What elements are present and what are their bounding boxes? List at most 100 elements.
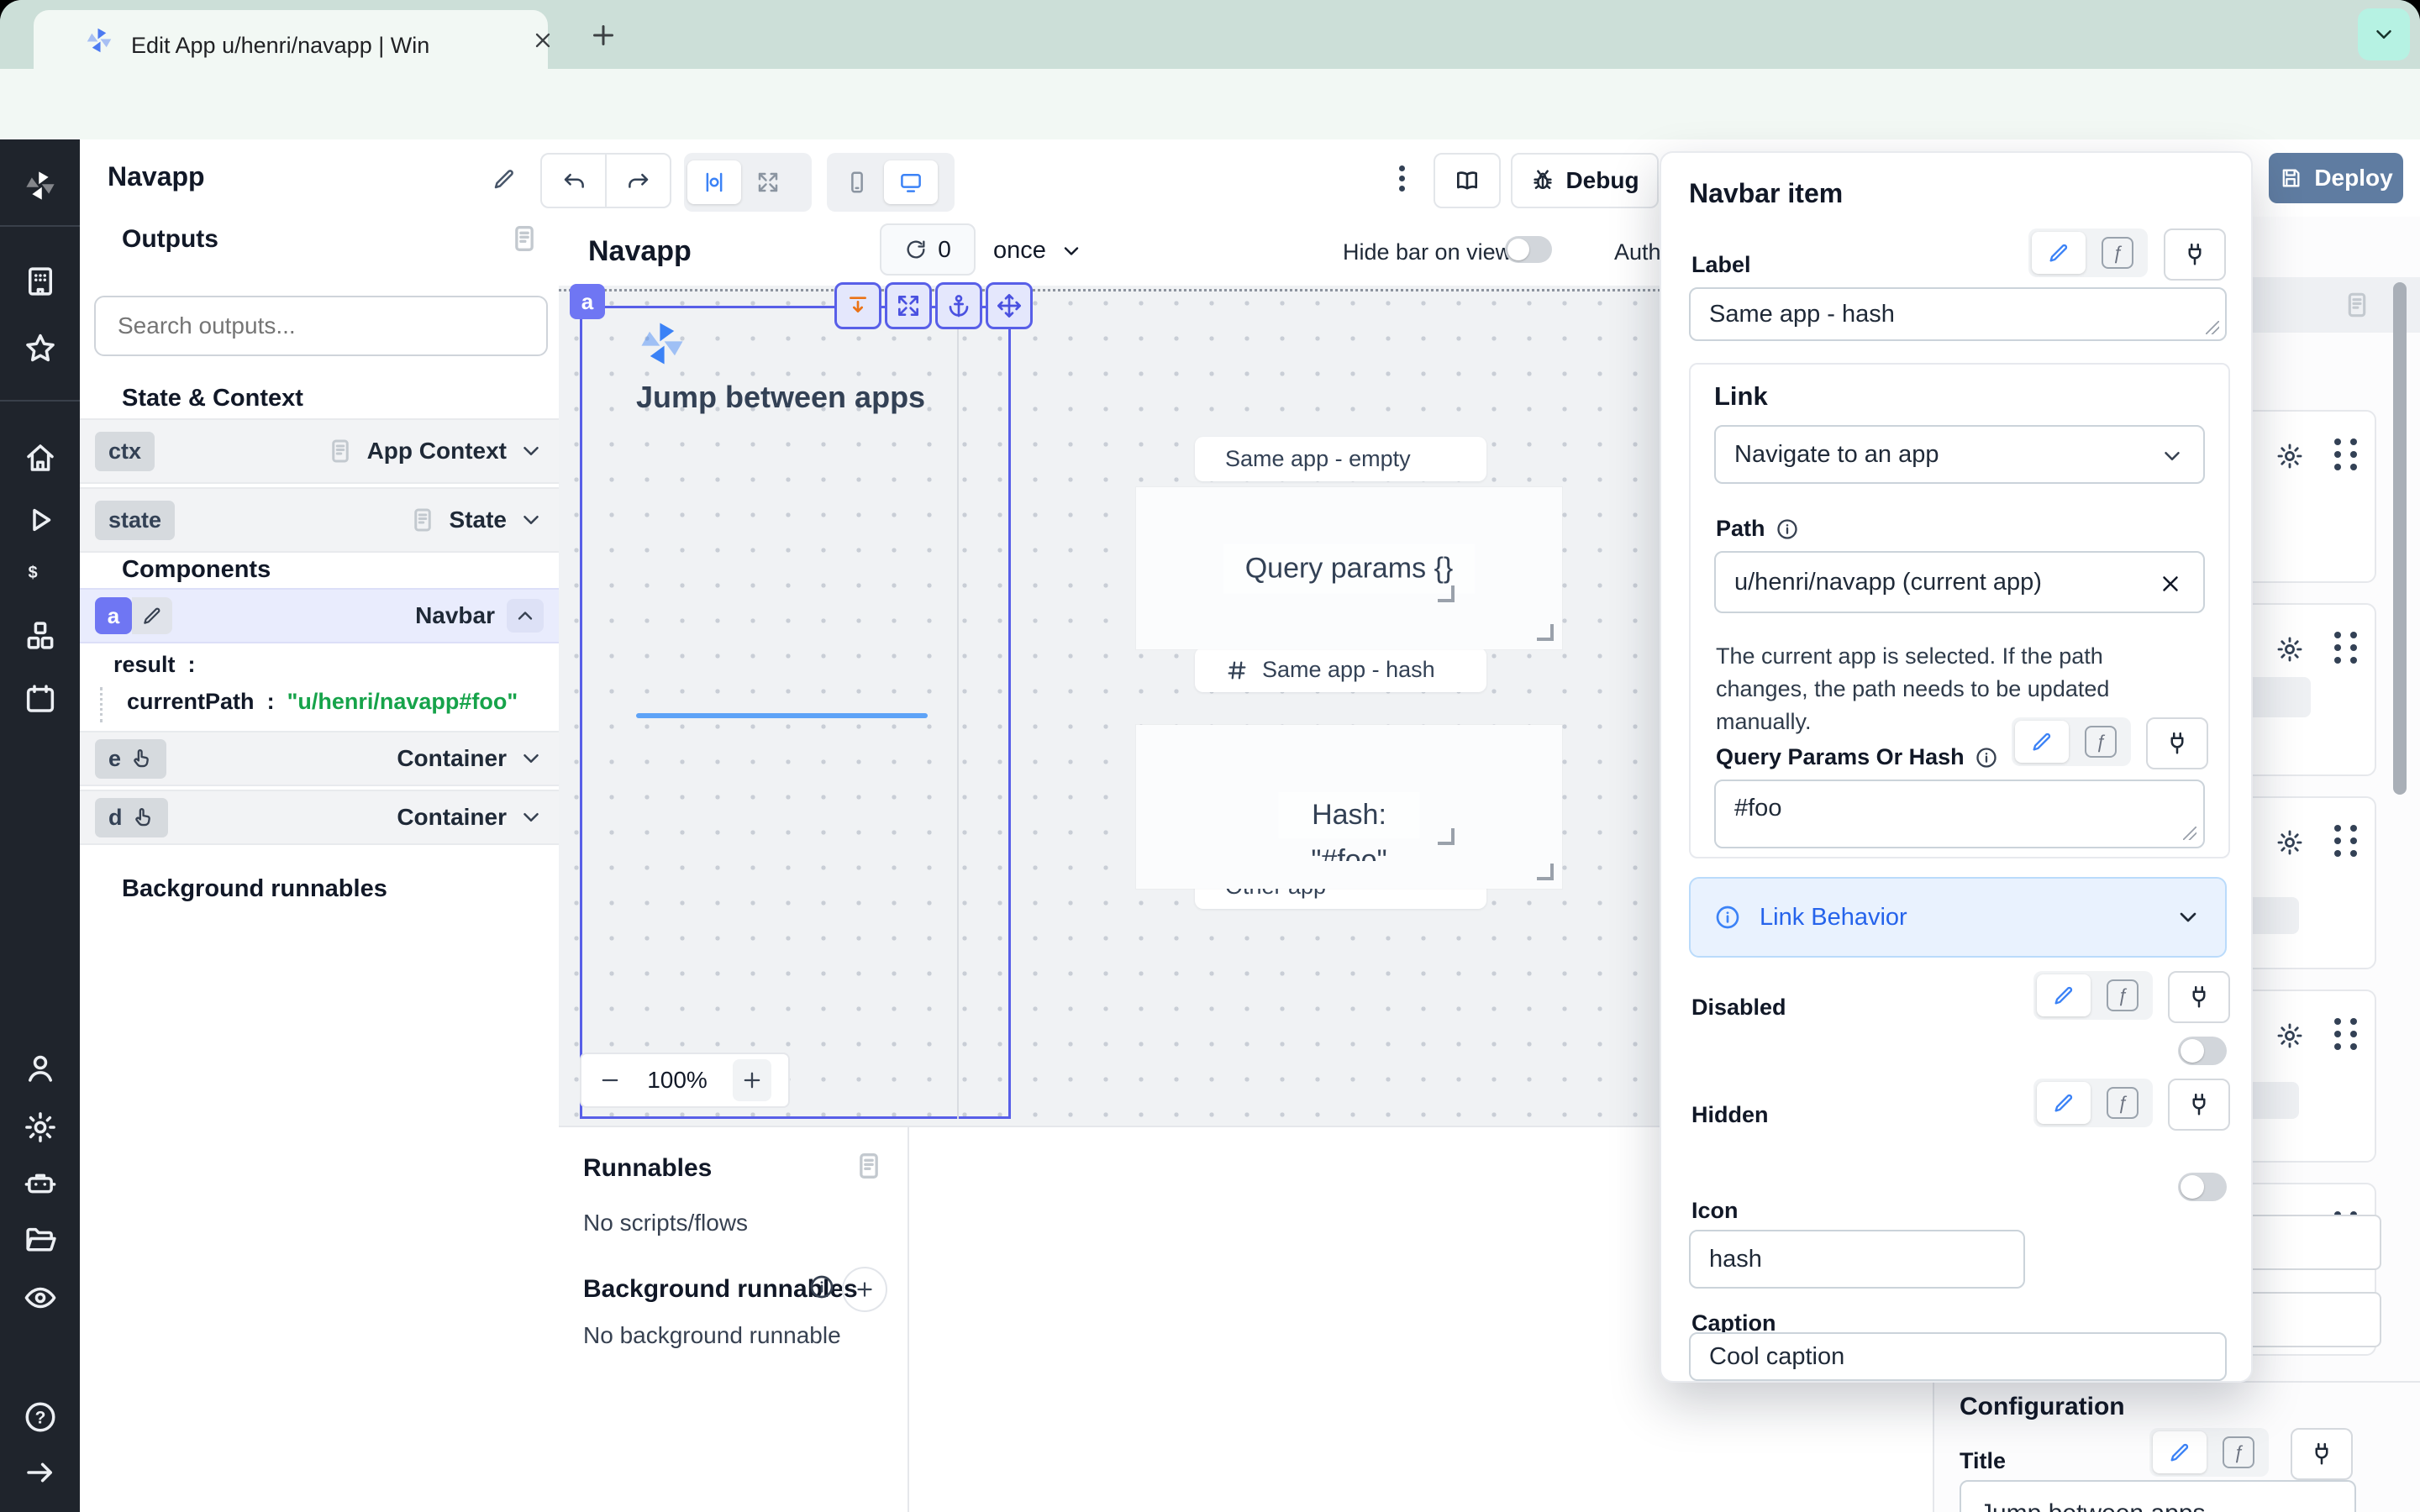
fx-button[interactable]: ƒ bbox=[2096, 1087, 2149, 1119]
caption-input[interactable] bbox=[1689, 1332, 2227, 1381]
chevron-down-icon[interactable] bbox=[518, 507, 544, 533]
expand-down-chip[interactable] bbox=[834, 282, 881, 329]
schedules-calendar-icon[interactable] bbox=[23, 681, 58, 717]
static-pencil-button[interactable] bbox=[2037, 974, 2091, 1016]
deploy-button[interactable]: Deploy bbox=[2269, 153, 2403, 203]
chevron-down-icon[interactable] bbox=[518, 746, 544, 771]
gear-icon[interactable] bbox=[2275, 1021, 2304, 1050]
hide-bar-toggle[interactable] bbox=[1505, 236, 1552, 263]
drag-handle-icon[interactable] bbox=[2334, 438, 2359, 470]
home-icon[interactable] bbox=[23, 440, 58, 475]
textarea-resize-handle[interactable] bbox=[2183, 827, 2196, 840]
title-input[interactable] bbox=[1960, 1480, 2356, 1512]
fx-button[interactable]: ƒ bbox=[2212, 1436, 2265, 1468]
component-row-navbar[interactable]: a Navbar bbox=[80, 588, 559, 643]
drag-handle-icon[interactable] bbox=[2334, 1018, 2359, 1050]
users-person-icon[interactable] bbox=[23, 1051, 58, 1086]
desktop-view-button[interactable] bbox=[884, 160, 938, 204]
clear-x-icon[interactable] bbox=[2158, 571, 2183, 596]
drag-handle-icon[interactable] bbox=[2334, 825, 2359, 857]
state-row[interactable]: state State bbox=[80, 487, 559, 553]
connect-plug-button[interactable] bbox=[2168, 1079, 2230, 1131]
static-pencil-button[interactable] bbox=[2153, 1431, 2207, 1473]
gear-icon[interactable] bbox=[2275, 828, 2304, 857]
panel-toggle-doc-icon[interactable] bbox=[852, 1149, 886, 1183]
workers-robot-icon[interactable] bbox=[23, 1166, 58, 1201]
static-pencil-button[interactable] bbox=[2037, 1082, 2091, 1124]
toolbar-menu-icon[interactable] bbox=[1397, 161, 1407, 196]
nav-item-empty[interactable]: Same app - empty bbox=[1195, 437, 1486, 481]
selected-component-outline[interactable] bbox=[580, 306, 1011, 1119]
edit-id-pencil-icon[interactable] bbox=[132, 597, 172, 634]
mobile-view-button[interactable] bbox=[830, 170, 884, 195]
browser-active-tab[interactable]: Edit App u/henri/navapp | Win bbox=[34, 10, 548, 69]
refresh-counter-button[interactable]: 0 bbox=[880, 223, 976, 276]
connect-plug-button[interactable] bbox=[2146, 717, 2208, 769]
component-tag[interactable]: a bbox=[570, 284, 605, 319]
resources-cubes-icon[interactable] bbox=[23, 618, 58, 654]
tab-search-button[interactable] bbox=[2358, 8, 2410, 60]
scrollbar[interactable] bbox=[2393, 282, 2407, 795]
zoom-out-icon[interactable] bbox=[598, 1068, 622, 1092]
favorites-star-icon[interactable] bbox=[23, 331, 58, 366]
resize-corner[interactable] bbox=[1438, 585, 1455, 602]
ctx-row[interactable]: ctx App Context bbox=[80, 418, 559, 484]
audit-eye-icon[interactable] bbox=[23, 1280, 58, 1315]
center-layout-button[interactable] bbox=[687, 160, 741, 204]
windmill-logo-icon[interactable] bbox=[23, 168, 58, 203]
add-background-runnable-button[interactable] bbox=[842, 1267, 887, 1312]
link-kind-select[interactable]: Navigate to an app bbox=[1714, 425, 2205, 484]
collapse-chevron[interactable] bbox=[507, 599, 544, 633]
variables-dollar-icon[interactable]: $ bbox=[23, 563, 58, 598]
connect-plug-button[interactable] bbox=[2168, 971, 2230, 1023]
panel-toggle-doc-icon[interactable] bbox=[508, 222, 541, 255]
resize-corner[interactable] bbox=[1537, 624, 1554, 641]
rename-pencil-icon[interactable] bbox=[492, 166, 517, 192]
settings-gear-icon[interactable] bbox=[23, 1110, 58, 1145]
runs-play-icon[interactable] bbox=[23, 502, 58, 538]
folders-icon[interactable] bbox=[23, 1221, 58, 1257]
new-tab-icon[interactable] bbox=[588, 20, 618, 50]
icon-input[interactable] bbox=[1689, 1230, 2025, 1289]
fx-button[interactable]: ƒ bbox=[2091, 237, 2144, 269]
nav-item-hash[interactable]: Same app - hash bbox=[1195, 648, 1486, 692]
chevron-down-icon[interactable] bbox=[518, 805, 544, 830]
disabled-toggle[interactable] bbox=[2178, 1037, 2227, 1065]
search-outputs-input[interactable] bbox=[94, 296, 548, 356]
tab-close-icon[interactable] bbox=[531, 29, 555, 52]
resize-corner[interactable] bbox=[1438, 828, 1455, 845]
redo-button[interactable] bbox=[607, 168, 670, 193]
full-layout-button[interactable] bbox=[741, 170, 795, 195]
component-row-container-e[interactable]: e Container bbox=[80, 731, 559, 786]
chevron-down-icon[interactable] bbox=[518, 438, 544, 464]
collapse-arrow-icon[interactable] bbox=[23, 1455, 58, 1490]
static-pencil-button[interactable] bbox=[2032, 232, 2086, 274]
drag-handle-icon[interactable] bbox=[2334, 632, 2359, 664]
refresh-mode-select[interactable]: once bbox=[993, 237, 1083, 265]
query-params-box[interactable]: Query params {} bbox=[1136, 487, 1562, 649]
hidden-toggle[interactable] bbox=[2178, 1173, 2227, 1201]
connect-plug-button[interactable] bbox=[2291, 1428, 2353, 1480]
query-params-input[interactable]: #foo bbox=[1714, 780, 2205, 848]
docs-book-button[interactable] bbox=[1434, 153, 1501, 208]
undo-button[interactable] bbox=[542, 155, 607, 207]
hash-box[interactable]: Hash: "#foo" bbox=[1136, 725, 1562, 889]
label-input[interactable] bbox=[1689, 287, 2227, 341]
zoom-in-button[interactable] bbox=[733, 1059, 771, 1101]
textarea-resize-handle[interactable] bbox=[2206, 321, 2219, 334]
path-input[interactable]: u/henri/navapp (current app) bbox=[1714, 551, 2205, 613]
gear-icon[interactable] bbox=[2275, 442, 2304, 470]
fullscreen-chip[interactable] bbox=[885, 282, 932, 329]
resize-corner[interactable] bbox=[1537, 864, 1554, 880]
fx-button[interactable]: ƒ bbox=[2096, 979, 2149, 1011]
debug-button[interactable]: Debug bbox=[1511, 153, 1659, 208]
link-behavior-collapsible[interactable]: Link Behavior bbox=[1689, 877, 2227, 958]
panel-toggle-doc-icon[interactable] bbox=[2341, 289, 2373, 321]
component-row-container-d[interactable]: d Container bbox=[80, 790, 559, 845]
move-chip[interactable] bbox=[986, 282, 1033, 329]
connect-plug-button[interactable] bbox=[2164, 228, 2226, 281]
fx-button[interactable]: ƒ bbox=[2074, 726, 2128, 758]
workspace-icon[interactable] bbox=[23, 264, 58, 299]
help-icon[interactable] bbox=[23, 1399, 58, 1435]
gear-icon[interactable] bbox=[2275, 635, 2304, 664]
